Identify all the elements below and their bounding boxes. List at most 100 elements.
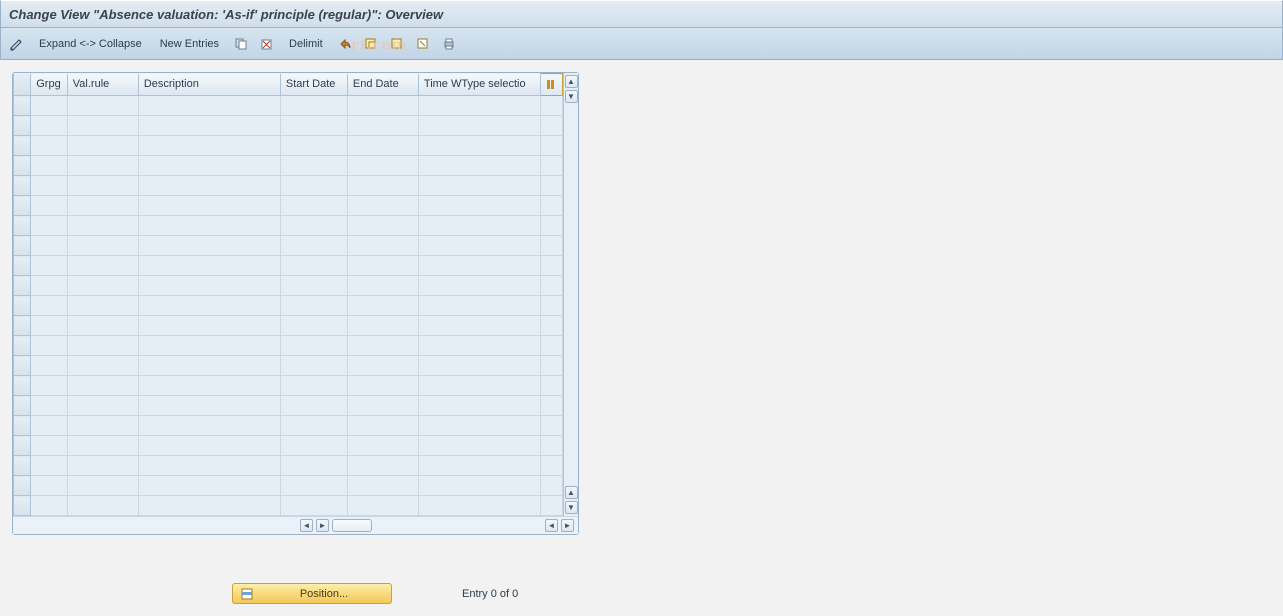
- table-cell[interactable]: [418, 496, 540, 516]
- table-cell[interactable]: [31, 436, 68, 456]
- table-cell[interactable]: [280, 336, 347, 356]
- table-cell[interactable]: [280, 456, 347, 476]
- table-cell[interactable]: [138, 136, 280, 156]
- table-cell[interactable]: [31, 256, 68, 276]
- table-cell[interactable]: [540, 96, 562, 116]
- table-cell[interactable]: [138, 476, 280, 496]
- table-cell[interactable]: [540, 156, 562, 176]
- row-selector[interactable]: [14, 176, 31, 196]
- table-cell[interactable]: [418, 216, 540, 236]
- table-cell[interactable]: [31, 156, 68, 176]
- table-cell[interactable]: [31, 116, 68, 136]
- table-cell[interactable]: [31, 136, 68, 156]
- table-cell[interactable]: [347, 416, 418, 436]
- table-cell[interactable]: [418, 436, 540, 456]
- table-cell[interactable]: [418, 136, 540, 156]
- table-cell[interactable]: [138, 236, 280, 256]
- table-cell[interactable]: [347, 236, 418, 256]
- table-cell[interactable]: [540, 336, 562, 356]
- table-cell[interactable]: [138, 256, 280, 276]
- table-cell[interactable]: [138, 116, 280, 136]
- table-cell[interactable]: [280, 96, 347, 116]
- table-cell[interactable]: [418, 96, 540, 116]
- horizontal-scrollbar[interactable]: ◄ ► ◄ ►: [13, 516, 578, 534]
- scroll-down-icon[interactable]: ▼: [565, 501, 578, 514]
- table-cell[interactable]: [138, 296, 280, 316]
- table-cell[interactable]: [67, 456, 138, 476]
- table-cell[interactable]: [138, 456, 280, 476]
- table-cell[interactable]: [540, 476, 562, 496]
- table-cell[interactable]: [418, 396, 540, 416]
- table-cell[interactable]: [347, 196, 418, 216]
- table-cell[interactable]: [138, 176, 280, 196]
- row-selector[interactable]: [14, 376, 31, 396]
- table-cell[interactable]: [540, 196, 562, 216]
- table-cell[interactable]: [280, 256, 347, 276]
- table-cell[interactable]: [540, 276, 562, 296]
- row-selector[interactable]: [14, 436, 31, 456]
- table-cell[interactable]: [347, 276, 418, 296]
- table-cell[interactable]: [280, 176, 347, 196]
- row-selector[interactable]: [14, 116, 31, 136]
- table-cell[interactable]: [138, 196, 280, 216]
- table-cell[interactable]: [138, 156, 280, 176]
- row-selector[interactable]: [14, 256, 31, 276]
- row-selector[interactable]: [14, 476, 31, 496]
- table-cell[interactable]: [540, 256, 562, 276]
- table-cell[interactable]: [280, 216, 347, 236]
- row-selector[interactable]: [14, 96, 31, 116]
- select-all-icon[interactable]: [361, 34, 381, 54]
- table-cell[interactable]: [418, 336, 540, 356]
- table-cell[interactable]: [540, 116, 562, 136]
- table-cell[interactable]: [31, 336, 68, 356]
- table-cell[interactable]: [347, 176, 418, 196]
- table-cell[interactable]: [280, 196, 347, 216]
- table-cell[interactable]: [138, 336, 280, 356]
- table-cell[interactable]: [31, 196, 68, 216]
- row-selector[interactable]: [14, 156, 31, 176]
- table-cell[interactable]: [138, 436, 280, 456]
- column-header-grpg[interactable]: Grpg: [31, 74, 68, 96]
- row-selector-header[interactable]: [14, 74, 31, 96]
- table-cell[interactable]: [31, 96, 68, 116]
- table-cell[interactable]: [138, 276, 280, 296]
- table-cell[interactable]: [540, 356, 562, 376]
- delimit-button[interactable]: Delimit: [283, 33, 329, 55]
- column-header-start-date[interactable]: Start Date: [280, 74, 347, 96]
- print-icon[interactable]: [439, 34, 459, 54]
- table-cell[interactable]: [67, 276, 138, 296]
- table-cell[interactable]: [31, 176, 68, 196]
- table-cell[interactable]: [31, 276, 68, 296]
- table-cell[interactable]: [418, 256, 540, 276]
- row-selector[interactable]: [14, 416, 31, 436]
- table-cell[interactable]: [67, 436, 138, 456]
- row-selector[interactable]: [14, 456, 31, 476]
- expand-collapse-button[interactable]: Expand <-> Collapse: [33, 33, 148, 55]
- table-cell[interactable]: [418, 456, 540, 476]
- row-selector[interactable]: [14, 396, 31, 416]
- table-cell[interactable]: [347, 476, 418, 496]
- table-cell[interactable]: [347, 96, 418, 116]
- column-header-description[interactable]: Description: [138, 74, 280, 96]
- scroll-left-icon[interactable]: ◄: [300, 519, 313, 532]
- row-selector[interactable]: [14, 296, 31, 316]
- table-cell[interactable]: [418, 156, 540, 176]
- table-cell[interactable]: [31, 236, 68, 256]
- table-cell[interactable]: [67, 356, 138, 376]
- table-cell[interactable]: [280, 296, 347, 316]
- scroll-down-step-icon[interactable]: ▼: [565, 90, 578, 103]
- table-cell[interactable]: [540, 436, 562, 456]
- new-entries-button[interactable]: New Entries: [154, 33, 225, 55]
- table-cell[interactable]: [347, 436, 418, 456]
- table-cell[interactable]: [280, 116, 347, 136]
- table-cell[interactable]: [280, 236, 347, 256]
- table-cell[interactable]: [418, 376, 540, 396]
- table-cell[interactable]: [280, 496, 347, 516]
- table-cell[interactable]: [138, 416, 280, 436]
- table-cell[interactable]: [67, 96, 138, 116]
- table-cell[interactable]: [347, 156, 418, 176]
- table-cell[interactable]: [280, 476, 347, 496]
- table-cell[interactable]: [31, 396, 68, 416]
- row-selector[interactable]: [14, 236, 31, 256]
- table-cell[interactable]: [347, 356, 418, 376]
